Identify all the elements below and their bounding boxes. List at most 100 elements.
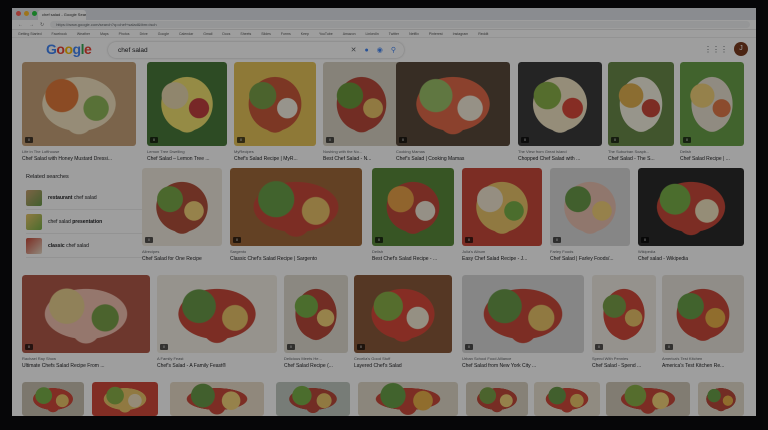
related-search-item[interactable]: chef salad presentation [26, 210, 148, 234]
result-thumbnail[interactable] [466, 382, 528, 416]
bookmark-item[interactable]: YouTube [319, 32, 333, 36]
image-result[interactable]: ‖ Julia's Album Easy Chef Salad Recipe - J… [462, 168, 542, 266]
result-source[interactable]: Lemon Tree Dwelling [147, 149, 227, 154]
result-thumbnail[interactable] [534, 382, 600, 416]
bookmark-item[interactable]: Maps [100, 32, 109, 36]
result-thumbnail[interactable] [680, 62, 744, 146]
image-result[interactable]: ‖ MyRecipes Chef's Salad Recipe | MyR... [234, 62, 316, 166]
image-result[interactable] [358, 382, 458, 416]
result-thumbnail[interactable] [550, 168, 630, 246]
result-title[interactable]: America's Test Kitchen Re... [662, 363, 744, 369]
bookmark-item[interactable]: Calendar [179, 32, 193, 36]
bookmark-item[interactable]: Gmail [203, 32, 212, 36]
result-source[interactable]: MyRecipes [234, 149, 316, 154]
result-thumbnail[interactable] [230, 168, 362, 246]
result-title[interactable]: Chef's Salad Recipe | MyR... [234, 156, 316, 162]
result-title[interactable]: Classic Chef's Salad Recipe | Sargento [230, 256, 362, 262]
image-result[interactable]: ‖ Urban School Food Alliance Chef Salad fr… [462, 275, 584, 373]
bookmark-item[interactable]: Slides [261, 32, 271, 36]
result-thumbnail[interactable] [372, 168, 454, 246]
result-title[interactable]: Chopped Chef Salad with ... [518, 156, 602, 162]
result-thumbnail[interactable] [638, 168, 744, 246]
apps-grid-icon[interactable]: ⋮⋮⋮ [704, 45, 728, 54]
result-thumbnail[interactable] [22, 62, 136, 146]
result-thumbnail[interactable] [462, 275, 584, 353]
mic-icon[interactable]: ● [365, 47, 369, 54]
search-input[interactable]: chef salad [118, 47, 351, 54]
image-result[interactable]: ‖ Noshing with the No... Best Chef Salad -… [323, 62, 400, 166]
bookmark-item[interactable]: Keep [301, 32, 309, 36]
bookmark-item[interactable]: Facebook [52, 32, 67, 36]
result-source[interactable]: The View from Great Island [518, 149, 602, 154]
result-thumbnail[interactable] [592, 275, 656, 353]
image-result[interactable] [22, 382, 84, 416]
bookmark-item[interactable]: Instagram [453, 32, 469, 36]
reload-icon[interactable]: ↻ [40, 22, 44, 28]
image-result[interactable]: ‖ Cecelia's Good Stuff Layered Chef's Sala… [354, 275, 452, 373]
result-title[interactable]: Chef Salad – Lemon Tree ... [147, 156, 227, 162]
bookmark-item[interactable]: Drive [140, 32, 148, 36]
image-result[interactable]: ‖ The Suburban Soapb... Chef Salad - The S… [608, 62, 674, 166]
minimize-window-button[interactable] [24, 11, 29, 16]
result-title[interactable]: Chef Salad from New York City ... [462, 363, 584, 369]
bookmark-item[interactable]: Docs [222, 32, 230, 36]
image-result[interactable]: ‖ The View from Great Island Chopped Chef … [518, 62, 602, 166]
result-source[interactable]: Delish [372, 249, 454, 254]
bookmark-item[interactable]: LinkedIn [366, 32, 379, 36]
result-title[interactable]: Chef Salad | Farley Foods/... [550, 256, 630, 262]
bookmark-item[interactable]: Amazon [343, 32, 356, 36]
result-source[interactable]: Life in The Lofthouse [22, 149, 136, 154]
result-title[interactable]: Easy Chef Salad Recipe - J... [462, 256, 542, 262]
bookmark-item[interactable]: Twitter [389, 32, 399, 36]
close-window-button[interactable] [16, 11, 21, 16]
result-source[interactable]: Urban School Food Alliance [462, 356, 584, 361]
image-result[interactable]: ‖ Cooking Mamas Chef's Salad | Cooking Mam… [396, 62, 510, 166]
result-title[interactable]: Chef Salad - Spend ... [592, 363, 656, 369]
back-icon[interactable]: ← [18, 22, 23, 28]
image-result[interactable] [276, 382, 350, 416]
browser-tab[interactable]: chef salad - Google Search [38, 10, 86, 20]
search-icon[interactable]: ⚲ [391, 46, 396, 54]
result-source[interactable]: Julia's Album [462, 249, 542, 254]
maximize-window-button[interactable] [32, 11, 37, 16]
bookmark-item[interactable]: Photos [119, 32, 130, 36]
image-result[interactable] [698, 382, 744, 416]
image-result[interactable]: ‖ Sargento Classic Chef's Salad Recipe | S… [230, 168, 362, 266]
clear-icon[interactable]: ✕ [351, 46, 357, 54]
result-title[interactable]: Chef Salad Recipe (... [284, 363, 348, 369]
result-title[interactable]: Chef's Salad | Cooking Mamas [396, 156, 510, 162]
address-bar[interactable]: https://www.google.com/search?q=chef+sal… [50, 21, 750, 28]
bookmark-item[interactable]: Netflix [409, 32, 419, 36]
image-result[interactable] [534, 382, 600, 416]
bookmark-item[interactable]: Getting Started [18, 32, 42, 36]
related-search-item[interactable]: restaurant chef salad [26, 186, 148, 210]
result-source[interactable]: Rachael Ray Show [22, 356, 150, 361]
result-thumbnail[interactable] [157, 275, 277, 353]
result-thumbnail[interactable] [92, 382, 158, 416]
related-search-item[interactable]: classic chef salad [26, 234, 148, 258]
image-result[interactable] [606, 382, 690, 416]
image-result[interactable]: ‖ Delish Chef Salad Recipe | ... [680, 62, 744, 166]
result-thumbnail[interactable] [170, 382, 264, 416]
result-source[interactable]: A Family Feast [157, 356, 277, 361]
result-thumbnail[interactable] [22, 382, 84, 416]
result-thumbnail[interactable] [358, 382, 458, 416]
result-thumbnail[interactable] [606, 382, 690, 416]
result-source[interactable]: The Suburban Soapb... [608, 149, 674, 154]
result-source[interactable]: Delicious Meets He... [284, 356, 348, 361]
result-title[interactable]: Chef Salad - The S... [608, 156, 674, 162]
result-title[interactable]: Best Chef's Salad Recipe - ... [372, 256, 454, 262]
image-result[interactable]: ‖ Life in The Lofthouse Chef Salad with Ho… [22, 62, 136, 166]
result-thumbnail[interactable] [396, 62, 510, 146]
result-source[interactable]: Noshing with the No... [323, 149, 400, 154]
result-title[interactable]: Chef salad - Wikipedia [638, 256, 744, 262]
result-title[interactable]: Chef Salad with Honey Mustard Dressi... [22, 156, 136, 162]
result-source[interactable]: Delish [680, 149, 744, 154]
image-result[interactable]: ‖ America's Test Kitchen America's Test Ki… [662, 275, 744, 373]
google-logo[interactable]: Google [46, 41, 92, 57]
image-result[interactable]: ‖ Wikipedia Chef salad - Wikipedia [638, 168, 744, 266]
image-result[interactable] [466, 382, 528, 416]
bookmark-item[interactable]: Pinterest [429, 32, 443, 36]
result-thumbnail[interactable] [608, 62, 674, 146]
avatar[interactable]: J [734, 42, 748, 56]
